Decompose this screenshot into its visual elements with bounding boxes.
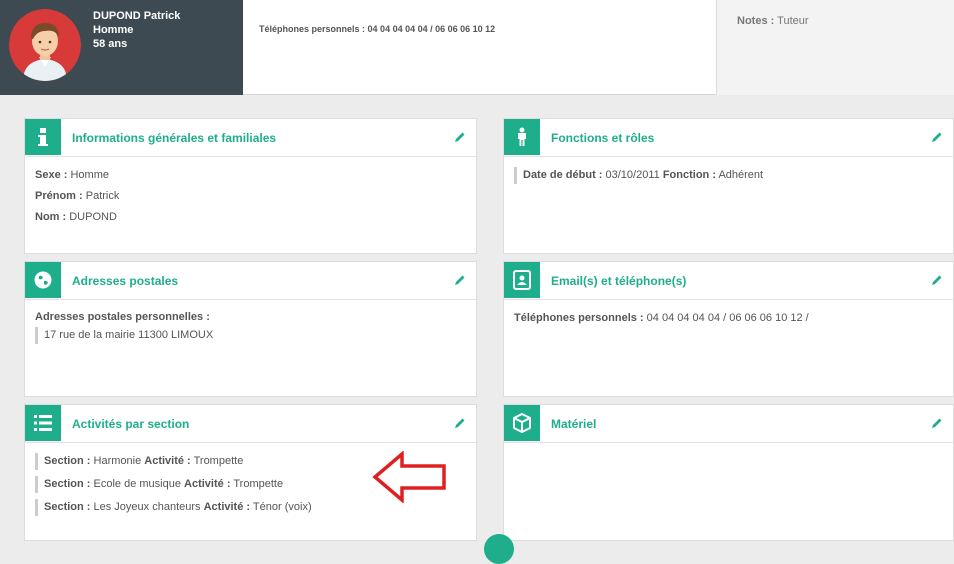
- panel-header: Email(s) et téléphone(s): [504, 262, 953, 300]
- panel-header: Activités par section: [25, 405, 476, 443]
- field-value: DUPOND: [69, 211, 117, 223]
- panel-title: Adresses postales: [72, 274, 179, 288]
- section-value: Ecole de musique: [93, 478, 181, 490]
- activity-label: Activité :: [203, 501, 251, 513]
- activity-label: Activité :: [144, 455, 191, 467]
- contact-phones-value: 04 04 04 04 04 / 06 06 06 10 12 /: [646, 312, 809, 324]
- panel-body: Adresses postales personnelles : 17 rue …: [25, 300, 476, 352]
- field-row: Sexe : Homme: [35, 165, 466, 186]
- field-label: Prénom :: [35, 190, 83, 202]
- pencil-icon[interactable]: [453, 273, 467, 287]
- header-notes: Notes : Tuteur: [716, 0, 954, 95]
- section-label: Section :: [44, 455, 91, 467]
- panel-body: [504, 443, 953, 459]
- start-date-value: 03/10/2011: [605, 169, 660, 181]
- profile-card: DUPOND Patrick Homme 58 ans: [0, 0, 243, 95]
- field-row: Prénom : Patrick: [35, 186, 466, 207]
- user-avatar-icon: [9, 9, 81, 81]
- contact-phones: Téléphones personnels : 04 04 04 04 04 /…: [514, 308, 943, 329]
- notes-label: Notes :: [737, 15, 775, 27]
- info-icon: [25, 119, 61, 155]
- header-phones-value: 04 04 04 04 04 / 06 06 06 10 12: [367, 24, 496, 34]
- activity-label: Activité :: [184, 478, 231, 490]
- panel-header: Matériel: [504, 405, 953, 443]
- address-item: 17 rue de la mairie 11300 LIMOUX: [35, 327, 466, 344]
- pencil-icon[interactable]: [930, 273, 944, 287]
- header-phones-label: Téléphones personnels :: [259, 24, 366, 34]
- contact-panel: Email(s) et téléphone(s) Téléphones pers…: [503, 261, 954, 397]
- panel-header: Informations générales et familiales: [25, 119, 476, 157]
- person-icon: [504, 119, 540, 155]
- header-phones: Téléphones personnels : 04 04 04 04 04 /…: [243, 0, 716, 95]
- section-label: Section :: [44, 478, 91, 490]
- avatar: [9, 9, 81, 81]
- field-value: Patrick: [85, 190, 120, 202]
- globe-icon: [25, 262, 61, 298]
- profile-gender: Homme: [93, 24, 134, 36]
- box-icon: [504, 405, 540, 441]
- addresses-label: Adresses postales personnelles :: [35, 311, 210, 323]
- panel-header: Adresses postales: [25, 262, 476, 300]
- addresses-panel: Adresses postales Adresses postales pers…: [24, 261, 477, 397]
- floating-action-button[interactable]: [484, 534, 514, 564]
- field-value: Homme: [70, 169, 109, 181]
- panel-title: Matériel: [551, 417, 597, 431]
- section-value: Harmonie: [93, 455, 142, 467]
- pencil-icon[interactable]: [453, 130, 467, 144]
- panel-title: Informations générales et familiales: [72, 131, 277, 145]
- pencil-icon[interactable]: [930, 130, 944, 144]
- field-label: Sexe :: [35, 169, 68, 181]
- pencil-icon[interactable]: [453, 416, 467, 430]
- profile-info: DUPOND Patrick Homme 58 ans: [93, 9, 180, 51]
- activity-value: Trompette: [233, 478, 284, 490]
- start-date-label: Date de début :: [523, 169, 603, 181]
- list-icon: [25, 405, 61, 441]
- activity-value: Ténor (voix): [252, 501, 312, 513]
- pencil-icon[interactable]: [930, 416, 944, 430]
- panel-body: Téléphones personnels : 04 04 04 04 04 /…: [504, 300, 953, 337]
- section-label: Section :: [44, 501, 91, 513]
- activity-value: Trompette: [193, 455, 244, 467]
- panel-title: Email(s) et téléphone(s): [551, 274, 687, 288]
- section-value: Les Joyeux chanteurs: [93, 501, 201, 513]
- function-label: Fonction :: [662, 169, 716, 181]
- roles-panel: Fonctions et rôles Date de début : 03/10…: [503, 118, 954, 254]
- profile-name: DUPOND Patrick: [93, 10, 181, 22]
- general-info-panel: Informations générales et familiales Sex…: [24, 118, 477, 254]
- field-row: Nom : DUPOND: [35, 207, 466, 228]
- contact-phones-label: Téléphones personnels :: [514, 312, 644, 324]
- panel-title: Fonctions et rôles: [551, 131, 655, 145]
- panel-body: Date de début : 03/10/2011 Fonction : Ad…: [504, 157, 953, 192]
- profile-header: DUPOND Patrick Homme 58 ans Téléphones p…: [0, 0, 954, 95]
- role-item: Date de début : 03/10/2011 Fonction : Ad…: [514, 167, 943, 184]
- arrow-left-icon: [372, 451, 446, 503]
- panel-header: Fonctions et rôles: [504, 119, 953, 157]
- contact-card-icon: [504, 262, 540, 298]
- field-label: Nom :: [35, 211, 67, 223]
- profile-age: 58 ans: [93, 38, 128, 50]
- address-value: 17 rue de la mairie 11300 LIMOUX: [44, 329, 214, 341]
- panel-title: Activités par section: [72, 417, 190, 431]
- function-value: Adhérent: [718, 169, 764, 181]
- panel-body: Sexe : Homme Prénom : Patrick Nom : DUPO…: [25, 157, 476, 236]
- notes-value: Tuteur: [777, 15, 809, 27]
- equipment-panel: Matériel: [503, 404, 954, 541]
